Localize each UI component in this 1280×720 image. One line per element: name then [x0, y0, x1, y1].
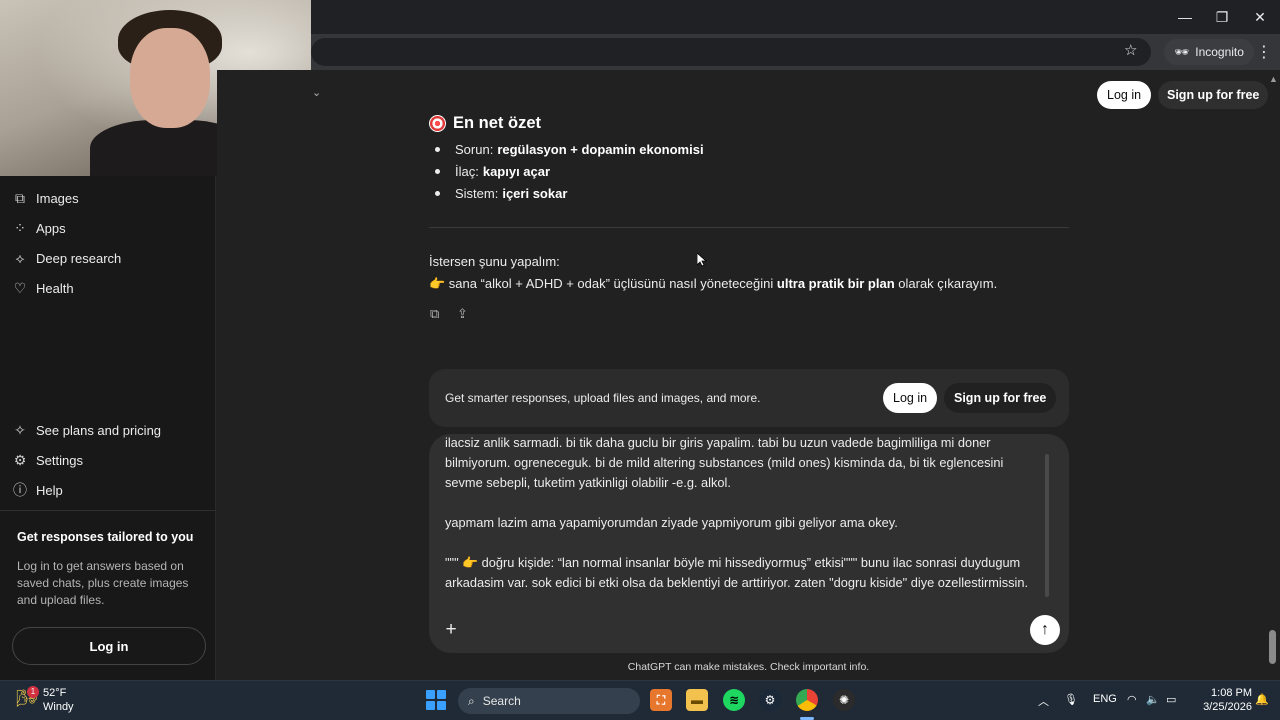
disclaimer-text: ChatGPT can make mistakes. Check importa… — [627, 661, 870, 673]
page-scrollbar[interactable] — [1266, 70, 1280, 680]
section-divider — [429, 227, 1069, 228]
restore-button[interactable]: ❐ — [1207, 6, 1237, 28]
sidebar-item-settings[interactable]: ⚙ Settings — [12, 447, 83, 473]
summary-title: En net özet — [453, 114, 542, 132]
send-arrow-icon[interactable]: ↑ — [1030, 615, 1060, 645]
bullet-value: regülasyon + dopamin ekonomisi — [497, 142, 704, 158]
composer-scrollbar[interactable] — [1045, 454, 1049, 597]
webcam-person-face — [130, 28, 210, 128]
sidebar-item-deep-research[interactable]: ⟡ Deep research — [12, 245, 121, 271]
clock-date[interactable]: 3/25/2026 — [1192, 701, 1252, 713]
address-bar[interactable] — [311, 38, 1151, 66]
windows-start-icon[interactable] — [426, 690, 446, 710]
summary-list: Sorun: regülasyon + dopamin ekonomisi İla… — [435, 139, 704, 204]
bullet-label: Sistem: — [455, 185, 499, 201]
sidebar-item-label: Health — [36, 280, 74, 296]
tray-chevron-icon[interactable]: ︿ — [1038, 693, 1049, 709]
scrollbar-thumb[interactable] — [1269, 630, 1276, 664]
bullet-label: İlaç: — [455, 164, 479, 180]
windows-taskbar: 🌬 1 52°F Windy ⌕ Search ⛶ ▬ ≋ ⚙ ✺ ︿ 🎙 EN… — [0, 680, 1280, 720]
notification-badge: 1 — [27, 686, 39, 698]
chrome-icon[interactable] — [796, 689, 818, 711]
close-button[interactable]: ✕ — [1245, 6, 1275, 28]
composer-input[interactable]: ilacsiz anlik sarmadi. bi tik daha guclu… — [445, 434, 1041, 593]
incognito-icon: 🕶 — [1174, 45, 1190, 59]
sidebar-item-label: Images — [36, 190, 79, 206]
images-icon: ⧉ — [15, 189, 25, 206]
sidebar-item-label: Apps — [36, 220, 66, 236]
battery-icon[interactable]: ▭ — [1166, 693, 1176, 706]
plans-icon: ✧ — [14, 421, 26, 438]
list-item: Sorun: regülasyon + dopamin ekonomisi — [435, 139, 704, 161]
offer-suffix: olarak çıkarayım. — [898, 276, 998, 291]
weather-condition[interactable]: Windy — [43, 701, 74, 713]
file-explorer-icon[interactable]: ▬ — [686, 689, 708, 711]
sidebar-item-images[interactable]: ⧉ Images — [12, 185, 79, 211]
wifi-icon[interactable]: ◠ — [1127, 693, 1137, 706]
sidebar-item-label: Help — [36, 482, 63, 498]
offer-prefix: 👉 sana “alkol + ADHD + odak” üçlüsünü na… — [429, 276, 774, 291]
copy-icon[interactable]: ⧉ — [430, 306, 439, 322]
sidebar-item-health[interactable]: ♡ Health — [12, 275, 74, 301]
prompt-login-button[interactable]: Log in — [883, 383, 938, 413]
notifications-icon[interactable]: 🔔 — [1255, 693, 1269, 706]
clock-time[interactable]: 1:08 PM — [1200, 687, 1252, 699]
offer-bold: ultra pratik bir plan — [776, 276, 895, 291]
search-icon: ⌕ — [468, 693, 475, 708]
incognito-badge[interactable]: 🕶 Incognito — [1164, 39, 1254, 65]
header-login-button[interactable]: Log in — [1097, 81, 1152, 109]
bookmark-star-icon[interactable]: ☆ — [1124, 41, 1137, 59]
sidebar-item-apps[interactable]: ⁘ Apps — [12, 215, 66, 241]
weather-temperature[interactable]: 52°F — [43, 687, 66, 699]
upgrade-prompt-text: Get smarter responses, upload files and … — [445, 391, 761, 405]
sidebar-item-label: Deep research — [36, 250, 122, 266]
summary-heading: En net özet — [429, 114, 541, 133]
target-icon — [429, 115, 446, 132]
browser-menu-icon[interactable]: ⋮ — [1256, 42, 1272, 62]
search-label: Search — [482, 694, 521, 708]
minimize-button[interactable]: — — [1170, 6, 1200, 28]
sidebar-item-label: Settings — [36, 452, 83, 468]
sidebar-item-plans[interactable]: ✧ See plans and pricing — [12, 417, 161, 443]
scroll-up-icon[interactable]: ▲ — [1269, 74, 1278, 84]
header-signup-button[interactable]: Sign up for free — [1158, 81, 1269, 109]
heart-icon: ♡ — [13, 279, 27, 296]
bullet-value: kapıyı açar — [482, 164, 551, 180]
bullet-value: içeri sokar — [502, 185, 568, 201]
message-composer[interactable]: ilacsiz anlik sarmadi. bi tik daha guclu… — [429, 434, 1069, 653]
prompt-signup-button[interactable]: Sign up for free — [944, 383, 1057, 413]
language-indicator[interactable]: ENG — [1093, 693, 1117, 705]
offer-text: 👉 sana “alkol + ADHD + odak” üçlüsünü na… — [429, 276, 997, 292]
chevron-down-icon[interactable]: ⌄ — [312, 86, 321, 99]
sidebar-item-help[interactable]: ⓘ Help — [12, 477, 63, 503]
help-icon: ⓘ — [13, 482, 27, 498]
sidebar-login-button[interactable]: Log in — [12, 627, 206, 665]
share-icon[interactable]: ⇪ — [457, 306, 468, 322]
spotify-icon[interactable]: ≋ — [723, 689, 745, 711]
steam-icon[interactable]: ⚙ — [759, 689, 781, 711]
offer-intro: İstersen şunu yapalım: — [429, 254, 560, 269]
gear-icon: ⚙ — [13, 451, 27, 468]
promo-text: Log in to get answers based on saved cha… — [17, 559, 189, 607]
sidebar-item-label: See plans and pricing — [36, 422, 162, 438]
deep-research-icon: ⟡ — [15, 249, 25, 266]
upgrade-prompt-bar: Get smarter responses, upload files and … — [429, 369, 1069, 427]
microphone-icon[interactable]: 🎙 — [1064, 693, 1078, 706]
incognito-label: Incognito — [1195, 45, 1244, 59]
apps-icon: ⁘ — [14, 219, 26, 236]
attach-plus-icon[interactable]: + — [441, 620, 461, 640]
list-item: İlaç: kapıyı açar — [435, 161, 704, 183]
sidebar-divider — [0, 510, 216, 511]
chatgpt-app-icon[interactable]: ✺ — [833, 689, 855, 711]
volume-icon[interactable]: 🔈 — [1146, 693, 1160, 706]
taskbar-search[interactable]: ⌕ Search — [458, 688, 640, 714]
list-item: Sistem: içeri sokar — [435, 182, 704, 204]
promo-title: Get responses tailored to you — [17, 530, 194, 544]
store-app-icon[interactable]: ⛶ — [650, 689, 672, 711]
bullet-label: Sorun: — [455, 142, 494, 158]
